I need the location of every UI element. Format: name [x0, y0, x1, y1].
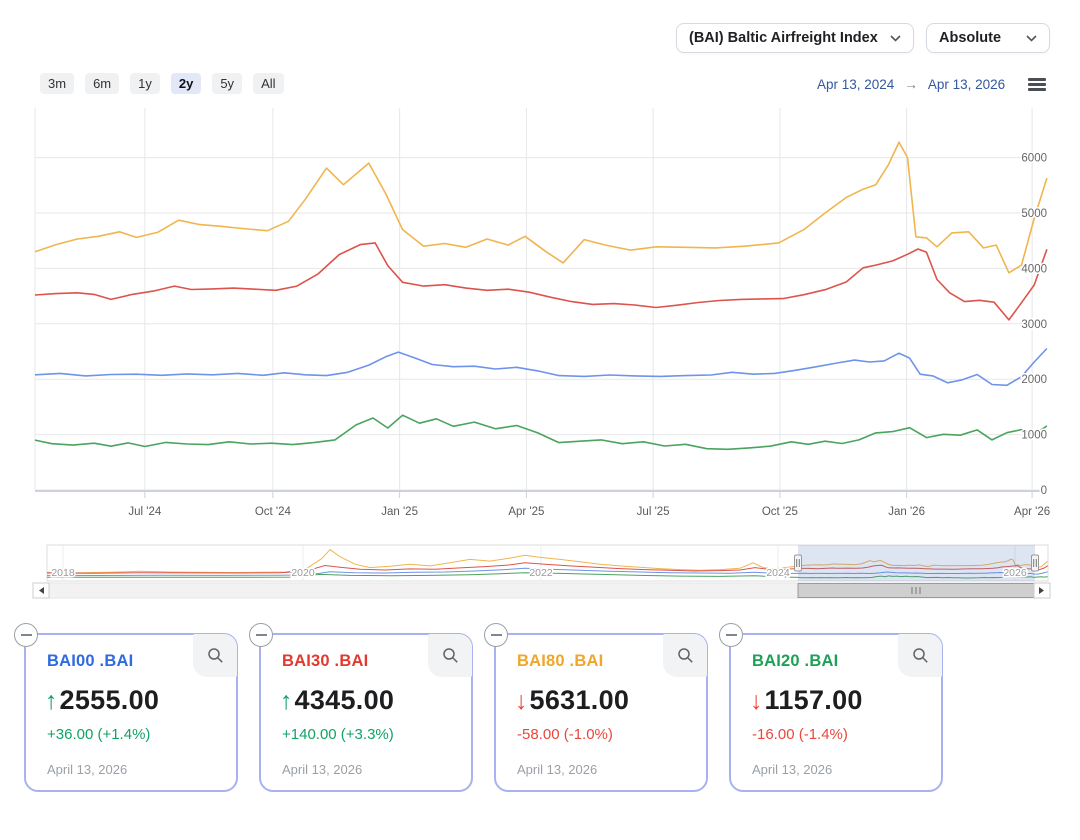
svg-text:2026: 2026	[1003, 567, 1027, 579]
svg-text:5000: 5000	[1021, 208, 1047, 220]
cards-row: BAI00 .BAI ↑ 2555.00 +36.00 (+1.4%) Apri…	[14, 623, 943, 792]
card-date: April 13, 2026	[517, 762, 598, 777]
magnifier-icon	[912, 648, 928, 663]
svg-text:2024: 2024	[766, 567, 790, 579]
svg-text:3000: 3000	[1021, 319, 1047, 331]
remove-series-icon[interactable]	[249, 623, 273, 647]
svg-text:Jul '25: Jul '25	[637, 506, 670, 518]
trend-arrow-icon: ↑	[280, 687, 293, 715]
trend-arrow-icon: ↓	[515, 687, 528, 715]
remove-series-icon[interactable]	[719, 623, 743, 647]
card-date: April 13, 2026	[752, 762, 833, 777]
card-change: +36.00 (+1.4%)	[47, 726, 151, 743]
card-change: +140.00 (+3.3%)	[282, 726, 394, 743]
y-axis-labels: 0 1000 2000 3000 4000 5000 6000	[1020, 151, 1049, 498]
series-line-bai30	[34, 242, 1048, 321]
card-search-button[interactable]	[428, 634, 472, 677]
card-date: April 13, 2026	[47, 762, 128, 777]
card-symbol: BAI20 .BAI	[752, 652, 839, 670]
trend-arrow-icon: ↑	[45, 687, 58, 715]
card-change: -58.00 (-1.0%)	[517, 726, 613, 743]
card-symbol: BAI00 .BAI	[47, 652, 134, 670]
card-bai20[interactable]: BAI20 .BAI ↓ 1157.00 -16.00 (-1.4%) Apri…	[719, 623, 943, 792]
card-search-button[interactable]	[193, 634, 237, 677]
svg-text:Oct '25: Oct '25	[762, 506, 798, 518]
remove-series-icon[interactable]	[484, 623, 508, 647]
card-change: -16.00 (-1.4%)	[752, 726, 848, 743]
svg-text:2020: 2020	[291, 567, 315, 579]
svg-text:0: 0	[1041, 485, 1047, 497]
card-value: 1157.00	[764, 685, 863, 715]
card-symbol: BAI30 .BAI	[282, 652, 369, 670]
series-line-bai80	[34, 141, 1048, 274]
svg-text:2022: 2022	[529, 567, 553, 579]
card-value: 2555.00	[59, 685, 160, 715]
card-value: 4345.00	[294, 685, 395, 715]
series-line-bai20	[34, 414, 1048, 451]
navigator-handle-right[interactable]	[1031, 554, 1039, 572]
svg-text:2018: 2018	[51, 567, 75, 579]
stock-chart[interactable]: 0100020003000400050006000Jul '24 Oct '24 J…	[0, 0, 1080, 612]
card-symbol: BAI80 .BAI	[517, 652, 604, 670]
card-bai30[interactable]: BAI30 .BAI ↑ 4345.00 +140.00 (+3.3%) Apr…	[249, 623, 473, 792]
card-search-button[interactable]	[898, 634, 942, 677]
svg-text:Jan '25: Jan '25	[381, 506, 418, 518]
svg-text:Jan '26: Jan '26	[888, 506, 925, 518]
svg-text:6000: 6000	[1021, 153, 1047, 165]
magnifier-icon	[207, 648, 223, 663]
magnifier-icon	[677, 648, 693, 663]
svg-text:Oct '24: Oct '24	[255, 506, 292, 518]
svg-text:2000: 2000	[1021, 374, 1047, 386]
series-line-bai00	[34, 347, 1048, 387]
scrollbar-right-arrow[interactable]	[1033, 582, 1051, 599]
card-bai80[interactable]: BAI80 .BAI ↓ 5631.00 -58.00 (-1.0%) Apri…	[484, 623, 708, 792]
navigator-mask[interactable]	[798, 545, 1035, 581]
card-bai00[interactable]: BAI00 .BAI ↑ 2555.00 +36.00 (+1.4%) Apri…	[14, 623, 238, 792]
svg-text:Apr '25: Apr '25	[508, 506, 544, 518]
trend-arrow-icon: ↓	[750, 687, 763, 715]
card-search-button[interactable]	[663, 634, 707, 677]
card-date: April 13, 2026	[282, 762, 363, 777]
svg-text:Jul '24: Jul '24	[128, 506, 161, 518]
chart-series	[34, 141, 1048, 451]
svg-text:1000: 1000	[1021, 430, 1047, 442]
chart-grid	[34, 108, 1048, 491]
x-axis-labels: Jul '24 Oct '24 Jan '25 Apr '25 Jul '25 Oct '…	[127, 505, 1052, 520]
remove-series-icon[interactable]	[14, 623, 38, 647]
navigator-handle-left[interactable]	[794, 554, 802, 572]
magnifier-icon	[442, 648, 458, 663]
svg-text:4000: 4000	[1021, 263, 1047, 275]
card-value: 5631.00	[529, 685, 630, 715]
svg-text:Apr '26: Apr '26	[1014, 506, 1050, 518]
app-root: (BAI) Baltic Airfreight Index Absolute 3…	[0, 0, 1080, 840]
scrollbar-left-arrow[interactable]	[32, 582, 50, 599]
